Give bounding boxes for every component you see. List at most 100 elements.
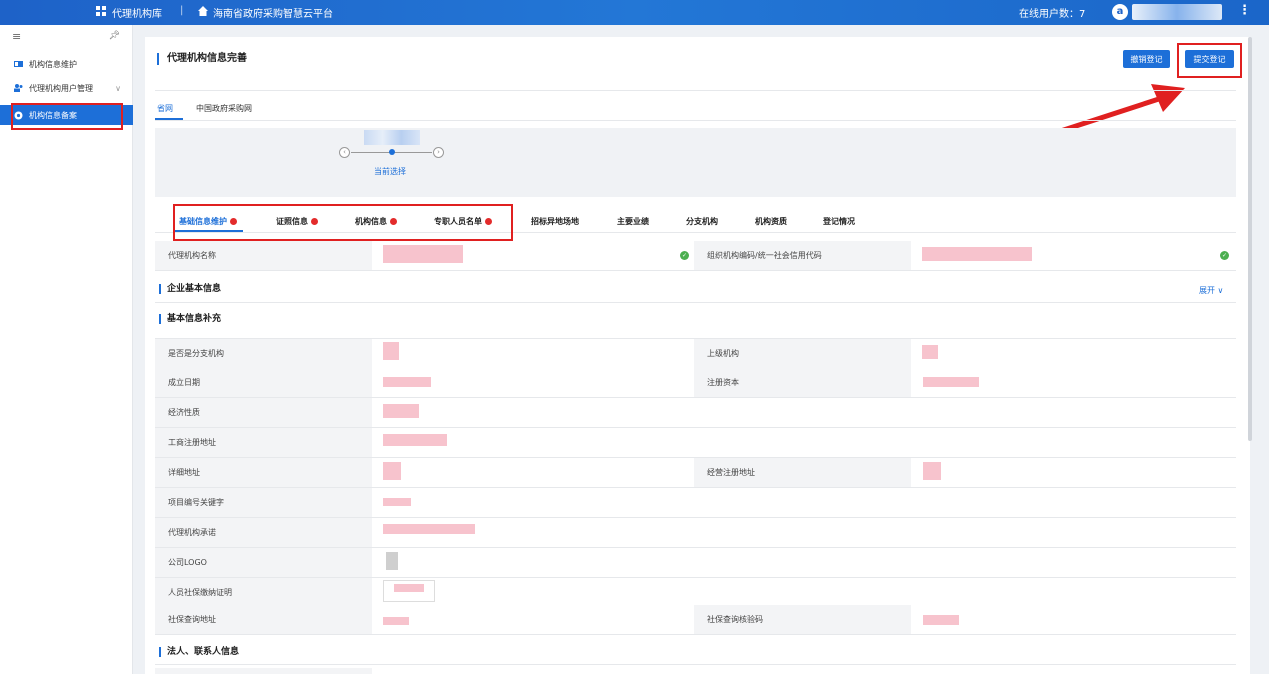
sidebar-item-label: 机构信息维护 [29, 59, 77, 69]
step-current-dot[interactable] [389, 149, 395, 155]
row-reg-address: 工商注册地址 [155, 428, 1236, 458]
masked-value [383, 404, 419, 418]
page-title: 代理机构信息完善 [157, 53, 247, 65]
row-detail-address: 详细地址 经营注册地址 [155, 458, 1236, 488]
user-avatar[interactable]: a [1112, 4, 1128, 20]
label-org-code: 组织机构编码/统一社会信用代码 [694, 241, 911, 270]
label-founded: 成立日期 [155, 368, 372, 397]
apps-grid-icon [96, 6, 106, 19]
tab-registration[interactable]: 登记情况 [823, 216, 855, 227]
menu-toggle-icon[interactable]: ≡ [12, 30, 21, 43]
reg-address-field[interactable] [372, 428, 1236, 457]
insurance-field[interactable] [372, 578, 1236, 607]
label-promise: 代理机构承诺 [155, 518, 372, 547]
masked-value [383, 617, 409, 625]
app-brand[interactable]: 代理机构库 [96, 5, 162, 20]
next-row-label [155, 668, 372, 674]
tab-divider [155, 120, 1236, 121]
chevron-down-icon: ∨ [115, 83, 121, 93]
row-founded: 成立日期 注册资本 [155, 368, 1236, 398]
top-bar: 代理机构库 | 海南省政府采购智慧云平台 在线用户数：7 a ⋮ [0, 0, 1269, 25]
social-code-field[interactable] [911, 605, 1236, 634]
step-prev-icon[interactable]: ‹ [339, 147, 350, 158]
platform-name: 海南省政府采购智慧云平台 [213, 9, 333, 20]
check-icon: ✓ [680, 251, 689, 260]
label-insurance: 人员社保缴纳证明 [155, 578, 372, 607]
highlight-box-tabs [173, 204, 513, 241]
masked-value [383, 498, 411, 506]
section-enterprise-info: 企业基本信息 [159, 284, 221, 294]
label-keyword: 项目编号关键字 [155, 488, 372, 517]
section-divider [155, 302, 1236, 303]
tab-performance[interactable]: 主要业绩 [617, 216, 649, 227]
parent-org-field[interactable] [911, 339, 1236, 368]
label-agency-name: 代理机构名称 [155, 241, 372, 270]
masked-value [383, 245, 463, 263]
sidebar-header: ≡ 📌︎ [0, 25, 132, 47]
masked-value [922, 247, 1032, 261]
cancel-registration-button[interactable]: 撤销登记 [1123, 50, 1170, 68]
sidebar-item-org-maintain[interactable]: 机构信息维护 [0, 54, 133, 74]
check-icon: ✓ [1220, 251, 1229, 260]
online-users: 在线用户数：7 [1019, 9, 1086, 20]
keyword-field[interactable] [372, 488, 1236, 517]
masked-value [923, 615, 959, 625]
tab-ccgp-net[interactable]: 中国政府采购网 [196, 103, 252, 114]
sidebar-item-label: 代理机构用户管理 [29, 83, 93, 93]
sidebar-item-user-manage[interactable]: 代理机构用户管理 ∨ [0, 78, 133, 98]
label-capital: 注册资本 [694, 368, 911, 397]
social-url-field[interactable] [372, 605, 694, 634]
label-econ-nature: 经济性质 [155, 398, 372, 427]
agency-name-field[interactable]: ✓ [372, 241, 694, 270]
founded-field[interactable] [372, 368, 694, 397]
row-promise: 代理机构承诺 [155, 518, 1236, 548]
row-social: 社保查询地址 社保查询核验码 [155, 605, 1236, 635]
row-econ: 经济性质 [155, 398, 1236, 428]
logo-image-thumbnail[interactable] [386, 552, 398, 570]
detail-address-field[interactable] [372, 458, 694, 487]
econ-nature-field[interactable] [372, 398, 1236, 427]
is-branch-field[interactable] [372, 339, 694, 368]
title-separator: | [180, 5, 184, 16]
org-code-field[interactable]: ✓ [911, 241, 1236, 270]
label-biz-address: 经营注册地址 [694, 458, 911, 487]
masked-value [923, 462, 941, 480]
label-is-branch: 是否是分支机构 [155, 339, 372, 368]
promise-field[interactable] [372, 518, 1236, 547]
label-detail-address: 详细地址 [155, 458, 372, 487]
masked-value [383, 524, 475, 534]
highlight-box-sidebar [11, 103, 123, 130]
tab-qualification[interactable]: 机构资质 [755, 216, 787, 227]
scrollbar[interactable] [1248, 37, 1252, 441]
insurance-upload-thumbnail[interactable] [383, 580, 435, 602]
masked-value [383, 342, 399, 360]
user-name-masked[interactable] [1132, 4, 1222, 20]
masked-value [923, 377, 979, 387]
expand-toggle[interactable]: 展开 ∨ [1199, 285, 1223, 296]
more-menu-icon[interactable]: ⋮ [1238, 3, 1251, 18]
tab-provincial-net[interactable]: 省网 [157, 103, 173, 114]
label-logo: 公司LOGO [155, 548, 372, 577]
section-basic-supplement: 基本信息补充 [159, 314, 221, 324]
masked-value [922, 345, 938, 359]
row-keyword: 项目编号关键字 [155, 488, 1236, 518]
step-title-masked [364, 130, 420, 145]
step-next-icon[interactable]: › [433, 147, 444, 158]
masked-value [383, 462, 401, 480]
step-selector [155, 128, 1236, 197]
users-icon [14, 84, 23, 92]
masked-value [383, 434, 447, 446]
platform-link[interactable]: 海南省政府采购智慧云平台 [198, 5, 333, 20]
pin-icon[interactable]: 📌︎ [109, 31, 120, 41]
label-social-code: 社保查询核验码 [694, 605, 911, 634]
capital-field[interactable] [911, 368, 1236, 397]
logo-field[interactable] [372, 548, 1236, 577]
tab-remote-venue[interactable]: 招标异地场地 [531, 216, 579, 227]
biz-address-field[interactable] [911, 458, 1236, 487]
row-agency-name: 代理机构名称 ✓ 组织机构编码/统一社会信用代码 ✓ [155, 241, 1236, 271]
tab-branches[interactable]: 分支机构 [686, 216, 718, 227]
section-divider [155, 664, 1236, 665]
row-insurance: 人员社保缴纳证明 [155, 578, 1236, 608]
home-icon [198, 6, 208, 19]
label-parent-org: 上级机构 [694, 339, 911, 368]
